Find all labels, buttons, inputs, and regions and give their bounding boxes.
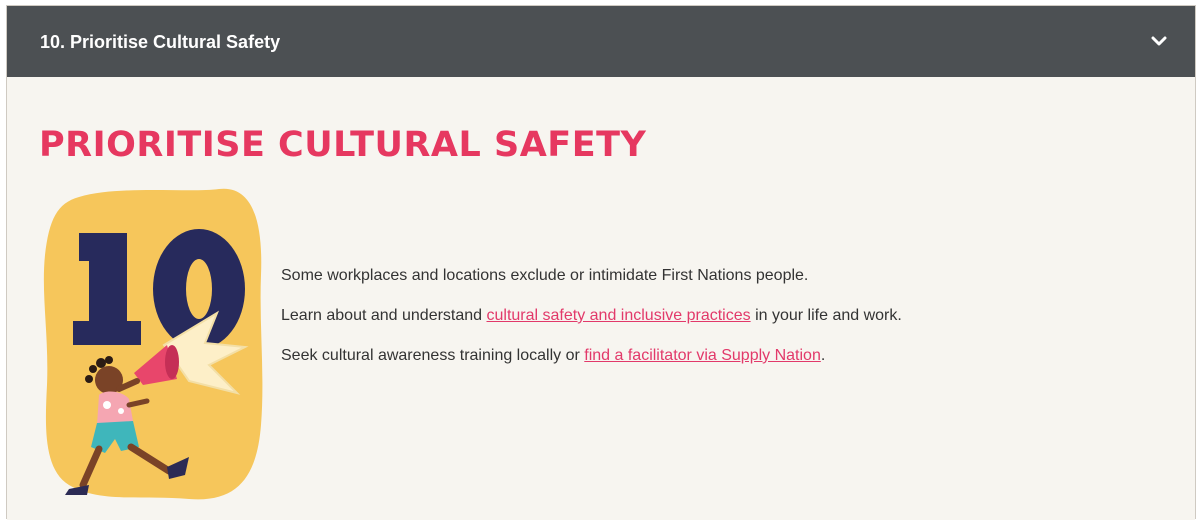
accordion-header[interactable]: 10. Prioritise Cultural Safety [7,6,1195,77]
cultural-safety-link[interactable]: cultural safety and inclusive practices [487,307,751,324]
paragraph-1: Some workplaces and locations exclude or… [281,267,809,284]
megaphone-person-illustration: 10 [43,188,263,500]
accordion-item: 10. Prioritise Cultural Safety PRIORITIS… [6,5,1196,520]
paragraph-2: Learn about and understand cultural safe… [281,307,902,324]
accordion-title: 10. Prioritise Cultural Safety [40,32,281,52]
body-text: Some workplaces and locations exclude or… [281,265,1161,385]
paragraph-3: Seek cultural awareness training locally… [281,347,826,364]
supply-nation-link[interactable]: find a facilitator via Supply Nation [584,347,821,364]
section-heading: PRIORITISE CULTURAL SAFETY [39,125,647,165]
chevron-down-icon[interactable] [1151,33,1167,49]
accordion-panel: PRIORITISE CULTURAL SAFETY 10 [7,77,1195,520]
